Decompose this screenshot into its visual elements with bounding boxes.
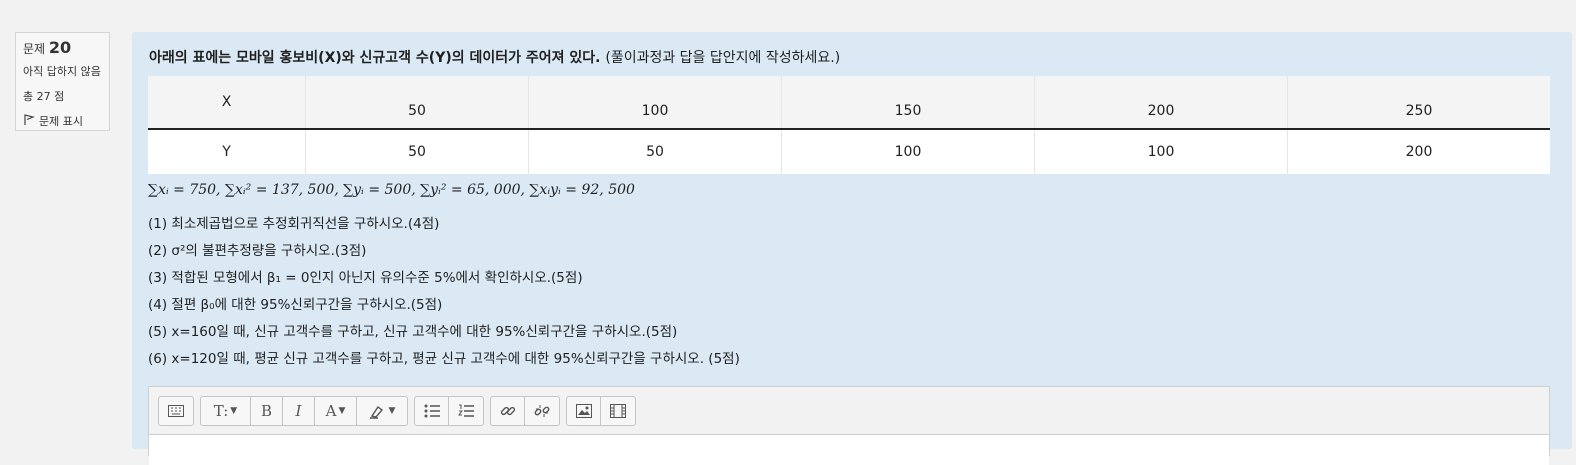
table-row-y: Y 50 50 100 100 200: [148, 129, 1550, 174]
question-points: 총 27 점: [23, 90, 65, 103]
sub-question: (6) x=120일 때, 평균 신규 고객수를 구하고, 평균 신규 고객수에…: [148, 351, 740, 367]
answer-editor: T: ▼ B I A ▼ ▼: [148, 386, 1550, 465]
toolbar-toggle-button[interactable]: [159, 397, 193, 425]
table-cell: 50: [305, 129, 529, 174]
sub-question: (3) 적합된 모형에서 β₁ = 0인지 아닌지 유의수준 5%에서 확인하시…: [148, 270, 583, 286]
data-table: X 50 100 150 200 250 Y 50 50 100 100 200: [148, 76, 1550, 174]
sub-question: (4) 절편 β₀에 대한 95%신뢰구간을 구하시오.(5점): [148, 297, 443, 313]
unlink-button[interactable]: [525, 397, 559, 425]
unlink-icon: [534, 405, 550, 417]
paragraph-style-icon: T:: [213, 402, 229, 420]
question-number: 문제 20: [23, 38, 102, 57]
sub-question: (2) σ²의 불편추정량을 구하시오.(3점): [148, 243, 367, 259]
link-button[interactable]: [491, 397, 525, 425]
table-cell-y-label: Y: [148, 129, 306, 174]
table-cell: 100: [528, 76, 782, 130]
question-text: 아래의 표에는 모바일 홍보비(X)와 신규고객 수(Y)의 데이터가 주어져 …: [149, 47, 840, 67]
table-cell: 50: [528, 129, 782, 174]
flag-question-label: 문제 표시: [39, 115, 83, 128]
table-cell-x-label: X: [148, 76, 306, 130]
insert-image-button[interactable]: [567, 397, 601, 425]
highlight-button[interactable]: ▼: [357, 397, 407, 425]
bullet-list-button[interactable]: [415, 397, 449, 425]
table-cell: 100: [781, 129, 1035, 174]
sub-question: (1) 최소제곱법으로 추정회귀직선을 구하시오.(4점): [148, 216, 440, 232]
question-status: 아직 답하지 않음: [23, 65, 101, 78]
flag-question-button[interactable]: 문제 표시: [23, 113, 102, 129]
table-row-x: X 50 100 150 200 250: [148, 76, 1550, 130]
numbered-list-icon: [458, 404, 474, 417]
paragraph-style-button[interactable]: T: ▼: [201, 397, 251, 425]
question-info-panel: 문제 20 아직 답하지 않음 총 27 점 문제 표시: [15, 32, 110, 131]
table-cell: 50: [305, 76, 529, 130]
insert-media-button[interactable]: [601, 397, 635, 425]
table-cell: 150: [781, 76, 1035, 130]
table-cell: 250: [1287, 76, 1550, 130]
highlight-icon: [369, 405, 383, 419]
question-label: 문제: [23, 42, 46, 56]
table-cell: 200: [1405, 144, 1433, 160]
bold-button[interactable]: B: [251, 397, 283, 425]
font-color-button[interactable]: A ▼: [315, 397, 357, 425]
font-color-icon: A: [325, 402, 337, 420]
sub-question: (5) x=160일 때, 신규 고객수를 구하고, 신규 고객수에 대한 95…: [148, 324, 678, 340]
question-content: 아래의 표에는 모바일 홍보비(X)와 신규고객 수(Y)의 데이터가 주어져 …: [132, 32, 1572, 465]
numbered-list-button[interactable]: [449, 397, 483, 425]
question-number-value: 20: [48, 38, 72, 57]
summary-formula: ∑xᵢ = 750, ∑xᵢ² = 137, 500, ∑yᵢ = 500, ∑…: [148, 182, 635, 198]
sub-question-list: (1) 최소제곱법으로 추정회귀직선을 구하시오.(4점) (2) σ²의 불편…: [148, 212, 740, 374]
italic-button[interactable]: I: [283, 397, 315, 425]
table-cell: 200: [1034, 76, 1288, 130]
editor-toolbar: T: ▼ B I A ▼ ▼: [158, 396, 636, 426]
toolbar-toggle-icon: [168, 405, 184, 417]
flag-icon: [23, 113, 35, 129]
media-icon: [610, 404, 626, 418]
image-icon: [575, 404, 592, 418]
question-note: (풀이과정과 답을 답안지에 작성하세요.): [605, 50, 841, 66]
bullet-list-icon: [424, 404, 440, 418]
table-cell: 100: [1034, 129, 1288, 174]
question-main-text: 아래의 표에는 모바일 홍보비(X)와 신규고객 수(Y)의 데이터가 주어져 …: [149, 50, 601, 66]
answer-text-area[interactable]: [149, 434, 1549, 465]
link-icon: [500, 406, 515, 416]
